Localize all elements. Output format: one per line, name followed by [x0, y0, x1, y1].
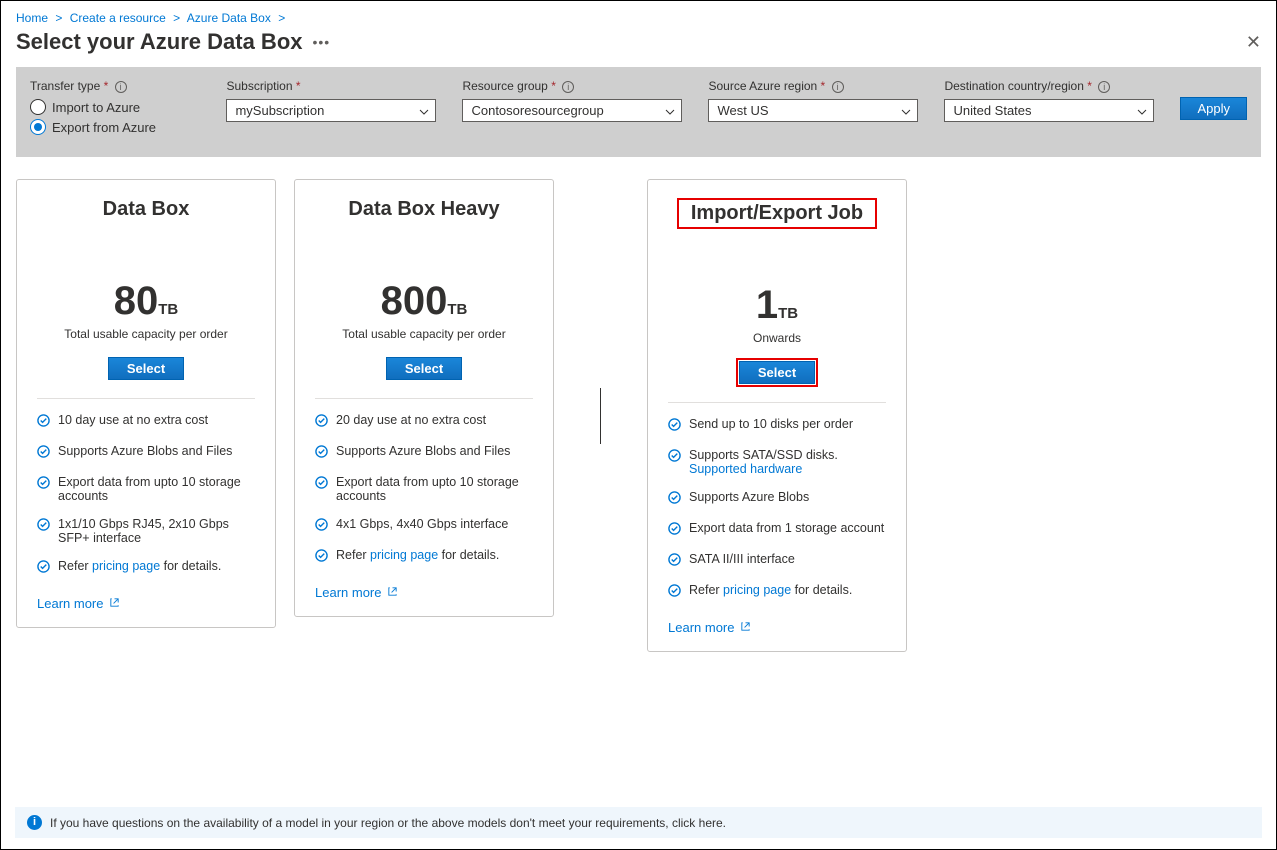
feature-item: 4x1 Gbps, 4x40 Gbps interface	[315, 517, 533, 534]
feature-item: Export data from upto 10 storage account…	[37, 475, 255, 503]
check-icon	[37, 476, 50, 492]
feature-item: Supports Azure Blobs and Files	[315, 444, 533, 461]
divider	[315, 398, 533, 399]
check-icon	[668, 584, 681, 600]
chevron-down-icon	[1137, 105, 1147, 120]
card-import-export-job: Import/Export Job 1TB Onwards Select Sen…	[647, 179, 907, 652]
external-link-icon	[740, 620, 751, 635]
radio-import-to-azure[interactable]: Import to Azure	[30, 99, 200, 115]
select-button[interactable]: Select	[386, 357, 462, 380]
external-link-icon	[387, 585, 398, 600]
check-icon	[315, 549, 328, 565]
breadcrumb-create-resource[interactable]: Create a resource	[70, 11, 166, 25]
card-data-box-heavy: Data Box Heavy 800TB Total usable capaci…	[294, 179, 554, 617]
info-icon: i	[27, 815, 42, 830]
check-icon	[37, 445, 50, 461]
feature-item: Send up to 10 disks per order	[668, 417, 886, 434]
check-icon	[668, 418, 681, 434]
source-region-label: Source Azure region * i	[708, 79, 918, 93]
feature-item: Supports Azure Blobs	[668, 490, 886, 507]
chevron-right-icon: >	[173, 11, 180, 25]
breadcrumb: Home > Create a resource > Azure Data Bo…	[1, 1, 1276, 29]
capacity-value: 1TB	[668, 285, 886, 325]
feature-item: Supports Azure Blobs and Files	[37, 444, 255, 461]
card-title: Data Box	[37, 198, 255, 221]
source-region-select[interactable]: West US	[708, 99, 918, 122]
radio-export-from-azure[interactable]: Export from Azure	[30, 119, 200, 135]
check-icon	[37, 414, 50, 430]
capacity-value: 800TB	[315, 281, 533, 321]
select-button[interactable]: Select	[108, 357, 184, 380]
page-title: Select your Azure Data Box	[16, 29, 303, 55]
chevron-right-icon: >	[278, 11, 285, 25]
card-title: Import/Export Job	[677, 198, 877, 229]
divider	[668, 402, 886, 403]
check-icon	[668, 553, 681, 569]
feature-item: Refer pricing page for details.	[315, 548, 533, 565]
feature-item: Export data from upto 10 storage account…	[315, 475, 533, 503]
feature-item: 10 day use at no extra cost	[37, 413, 255, 430]
check-icon	[37, 560, 50, 576]
chevron-down-icon	[665, 105, 675, 120]
pricing-page-link[interactable]: pricing page	[92, 559, 160, 573]
chevron-right-icon: >	[55, 11, 62, 25]
capacity-subtitle: Total usable capacity per order	[315, 327, 533, 341]
breadcrumb-azure-data-box[interactable]: Azure Data Box	[187, 11, 271, 25]
feature-item: Refer pricing page for details.	[668, 583, 886, 600]
chevron-down-icon	[901, 105, 911, 120]
vertical-divider	[600, 388, 601, 444]
learn-more-link[interactable]: Learn more	[315, 585, 398, 600]
capacity-subtitle: Total usable capacity per order	[37, 327, 255, 341]
resource-group-label: Resource group * i	[462, 79, 682, 93]
destination-select[interactable]: United States	[944, 99, 1154, 122]
check-icon	[668, 449, 681, 465]
learn-more-link[interactable]: Learn more	[37, 596, 120, 611]
check-icon	[668, 522, 681, 538]
check-icon	[315, 518, 328, 534]
breadcrumb-home[interactable]: Home	[16, 11, 48, 25]
check-icon	[37, 518, 50, 534]
check-icon	[315, 414, 328, 430]
capacity-value: 80TB	[37, 281, 255, 321]
feature-item: Export data from 1 storage account	[668, 521, 886, 538]
check-icon	[315, 445, 328, 461]
feature-item: 1x1/10 Gbps RJ45, 2x10 Gbps SFP+ interfa…	[37, 517, 255, 545]
check-icon	[315, 476, 328, 492]
resource-group-select[interactable]: Contosoresourcegroup	[462, 99, 682, 122]
info-icon[interactable]: i	[562, 81, 574, 93]
info-icon[interactable]: i	[832, 81, 844, 93]
check-icon	[668, 491, 681, 507]
pricing-page-link[interactable]: pricing page	[723, 583, 791, 597]
info-bar-text: If you have questions on the availabilit…	[50, 816, 726, 830]
subscription-select[interactable]: mySubscription	[226, 99, 436, 122]
apply-button[interactable]: Apply	[1180, 97, 1247, 120]
close-icon[interactable]: ✕	[1246, 32, 1261, 53]
learn-more-link[interactable]: Learn more	[668, 620, 751, 635]
feature-item: Supports SATA/SSD disks. Supported hardw…	[668, 448, 886, 476]
feature-item: 20 day use at no extra cost	[315, 413, 533, 430]
capacity-subtitle: Onwards	[668, 331, 886, 345]
transfer-type-label: Transfer type * i	[30, 79, 200, 93]
info-bar[interactable]: i If you have questions on the availabil…	[15, 807, 1262, 838]
select-button[interactable]: Select	[739, 361, 815, 384]
divider	[37, 398, 255, 399]
subscription-label: Subscription *	[226, 79, 436, 93]
chevron-down-icon	[419, 105, 429, 120]
card-title: Data Box Heavy	[315, 198, 533, 221]
feature-item: Refer pricing page for details.	[37, 559, 255, 576]
more-actions-button[interactable]: •••	[313, 34, 331, 50]
info-icon[interactable]: i	[115, 81, 127, 93]
card-data-box: Data Box 80TB Total usable capacity per …	[16, 179, 276, 628]
filter-panel: Transfer type * i Import to Azure Export…	[16, 67, 1261, 157]
feature-item: SATA II/III interface	[668, 552, 886, 569]
external-link-icon	[109, 596, 120, 611]
destination-label: Destination country/region * i	[944, 79, 1154, 93]
info-icon[interactable]: i	[1098, 81, 1110, 93]
pricing-page-link[interactable]: pricing page	[370, 548, 438, 562]
supported-hardware-link[interactable]: Supported hardware	[689, 462, 802, 476]
